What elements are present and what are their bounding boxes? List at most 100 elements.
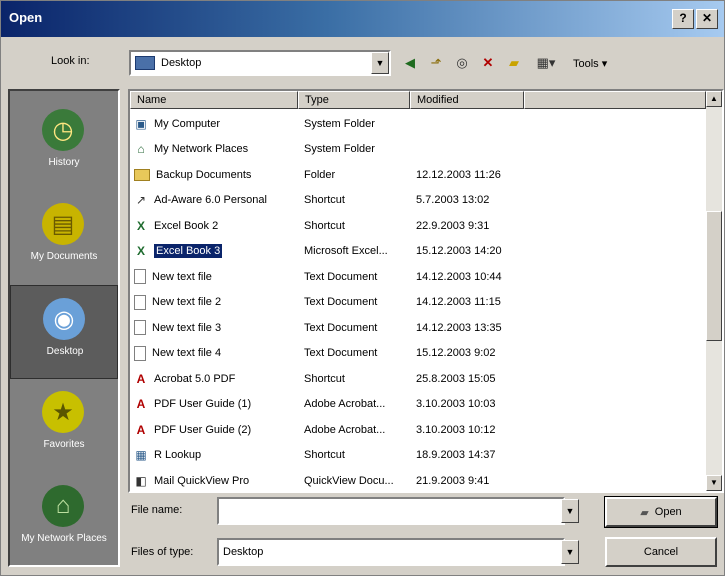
column-header-type[interactable]: Type: [298, 91, 410, 109]
file-rows: ▣ My Computer System Folder ⌂ My Network Pla…: [130, 111, 706, 491]
file-type: Text Document: [304, 270, 378, 283]
network-places-icon: ⌂: [42, 485, 84, 527]
look-in-dropdown[interactable]: Desktop ▼: [129, 50, 391, 76]
file-list[interactable]: Name Type Modified ▣ My Computer System Fo…: [128, 89, 724, 493]
file-modified: 5.7.2003 13:02: [416, 194, 490, 207]
files-of-type-label: Files of type:: [131, 546, 194, 558]
file-row[interactable]: New text file 2 Text Document 14.12.2003 1…: [130, 290, 706, 316]
scroll-thumb[interactable]: [706, 211, 722, 341]
files-of-type-dropdown[interactable]: Desktop: [217, 538, 565, 566]
file-modified: 18.9.2003 14:37: [416, 449, 496, 462]
file-row[interactable]: ◧ Mail QuickView Pro QuickView Docu... 21.9…: [130, 468, 706, 491]
views-icon[interactable]: ▦▾: [529, 52, 563, 74]
close-button[interactable]: ✕: [696, 9, 718, 29]
file-name-cell: ◧ Mail QuickView Pro: [130, 473, 298, 489]
file-modified: 3.10.2003 10:12: [416, 423, 496, 436]
place-label: My Network Places: [21, 533, 107, 544]
file-name: PDF User Guide (1): [154, 398, 252, 411]
places-bar: ◷ History ▤ My Documents ◉ Desktop ★ Fav…: [8, 89, 120, 567]
vertical-scrollbar[interactable]: ▲ ▼: [706, 91, 722, 491]
file-modified: 12.12.2003 11:26: [416, 168, 501, 181]
place-label: My Documents: [30, 251, 98, 262]
excel-file-icon: X: [136, 218, 145, 233]
cancel-button-label: Cancel: [643, 546, 679, 558]
file-row[interactable]: A PDF User Guide (2) Adobe Acrobat... 3.10.…: [130, 417, 706, 443]
up-one-level-icon[interactable]: ⬏: [425, 52, 447, 74]
look-in-label: Look in:: [51, 55, 90, 67]
place-desktop[interactable]: ◉ Desktop: [10, 285, 118, 379]
file-name: New text file 2: [152, 296, 222, 309]
desktop-folder-icon: [135, 56, 155, 70]
open-file-dialog: Open ? ✕ Look in: Desktop ▼ ◀ ⬏ ◎ ✕ ▰ ▦▾…: [0, 0, 725, 576]
file-type: Shortcut: [304, 219, 345, 232]
file-type: Adobe Acrobat...: [304, 398, 386, 411]
favorites-icon: ★: [42, 391, 84, 433]
column-header-name[interactable]: Name: [130, 91, 298, 109]
file-row[interactable]: X Excel Book 2 Shortcut 22.9.2003 9:31: [130, 213, 706, 239]
file-row[interactable]: Backup Documents Folder 12.12.2003 11:26: [130, 162, 706, 188]
file-type: System Folder: [304, 117, 375, 130]
open-folder-icon: ▰: [640, 506, 649, 519]
file-name: Excel Book 3: [152, 243, 224, 260]
file-name: My Network Places: [154, 143, 249, 156]
toolbar: ◀ ⬏ ◎ ✕ ▰ ▦▾ Tools ▾: [399, 52, 607, 74]
file-row[interactable]: ⌂ My Network Places System Folder: [130, 137, 706, 163]
scroll-down-icon[interactable]: ▼: [706, 475, 722, 491]
file-row[interactable]: X Excel Book 3 Microsoft Excel... 15.12.200…: [130, 239, 706, 265]
place-label: Desktop: [46, 346, 84, 357]
my-documents-icon: ▤: [42, 203, 84, 245]
file-name: PDF User Guide (2): [154, 423, 252, 436]
delete-icon[interactable]: ✕: [477, 52, 499, 74]
file-modified: 22.9.2003 9:31: [416, 219, 490, 232]
file-row[interactable]: ▣ My Computer System Folder: [130, 111, 706, 137]
new-folder-icon[interactable]: ▰: [503, 52, 525, 74]
pdf-file-icon: A: [136, 371, 146, 386]
file-name-cell: X Excel Book 2: [130, 218, 298, 234]
column-header-modified[interactable]: Modified: [410, 91, 524, 109]
file-name-input[interactable]: [217, 497, 565, 525]
file-row[interactable]: ▦ R Lookup Shortcut 18.9.2003 14:37: [130, 443, 706, 469]
excel-file-icon: X: [136, 244, 145, 259]
cancel-button[interactable]: Cancel: [605, 537, 717, 567]
chevron-down-icon[interactable]: ▼: [371, 52, 389, 74]
text-file-icon: [134, 345, 146, 361]
folder-file-icon: [134, 168, 150, 181]
place-my-documents[interactable]: ▤ My Documents: [10, 191, 118, 285]
back-icon[interactable]: ◀: [399, 52, 421, 74]
file-row[interactable]: New text file 3 Text Document 14.12.2003 1…: [130, 315, 706, 341]
place-favorites[interactable]: ★ Favorites: [10, 379, 118, 473]
scroll-up-icon[interactable]: ▲: [706, 91, 722, 107]
file-name-cell: A Acrobat 5.0 PDF: [130, 371, 298, 387]
place-label: Favorites: [43, 439, 85, 450]
file-type: Shortcut: [304, 194, 345, 207]
file-type: Text Document: [304, 321, 378, 334]
chevron-down-icon[interactable]: ▼: [561, 540, 579, 564]
desktop-icon: ◉: [43, 298, 85, 340]
pdf-file-icon: A: [136, 422, 146, 437]
files-of-type-value: Desktop: [223, 546, 264, 558]
search-web-icon[interactable]: ◎: [451, 52, 473, 74]
file-row[interactable]: New text file Text Document 14.12.2003 10:…: [130, 264, 706, 290]
chevron-down-icon[interactable]: ▼: [561, 499, 579, 523]
place-history[interactable]: ◷ History: [10, 97, 118, 191]
file-name-cell: A PDF User Guide (1): [130, 396, 298, 412]
tools-menu[interactable]: Tools ▾: [573, 57, 607, 70]
file-type: Microsoft Excel...: [304, 245, 388, 258]
open-button-label: Open: [654, 506, 682, 518]
column-header-blank: [524, 91, 706, 109]
open-button[interactable]: ▰ Open: [604, 496, 718, 528]
file-row[interactable]: A PDF User Guide (1) Adobe Acrobat... 3.10.…: [130, 392, 706, 418]
file-modified: 14.12.2003 10:44: [416, 270, 502, 283]
file-type: Shortcut: [304, 372, 345, 385]
title-bar[interactable]: Open ? ✕: [1, 1, 724, 37]
file-name-cell: X Excel Book 3: [130, 243, 298, 260]
file-row[interactable]: A Acrobat 5.0 PDF Shortcut 25.8.2003 15:05: [130, 366, 706, 392]
place-network[interactable]: ⌂ My Network Places: [10, 473, 118, 567]
help-button[interactable]: ?: [672, 9, 694, 29]
file-name: Backup Documents: [156, 168, 252, 181]
text-file-icon: [134, 320, 146, 336]
file-row[interactable]: ↗ Ad-Aware 6.0 Personal Shortcut 5.7.2003 1…: [130, 188, 706, 214]
file-row[interactable]: New text file 4 Text Document 15.12.2003 9…: [130, 341, 706, 367]
file-name-cell: ↗ Ad-Aware 6.0 Personal: [130, 192, 298, 208]
file-name-cell: ▦ R Lookup: [130, 447, 298, 463]
